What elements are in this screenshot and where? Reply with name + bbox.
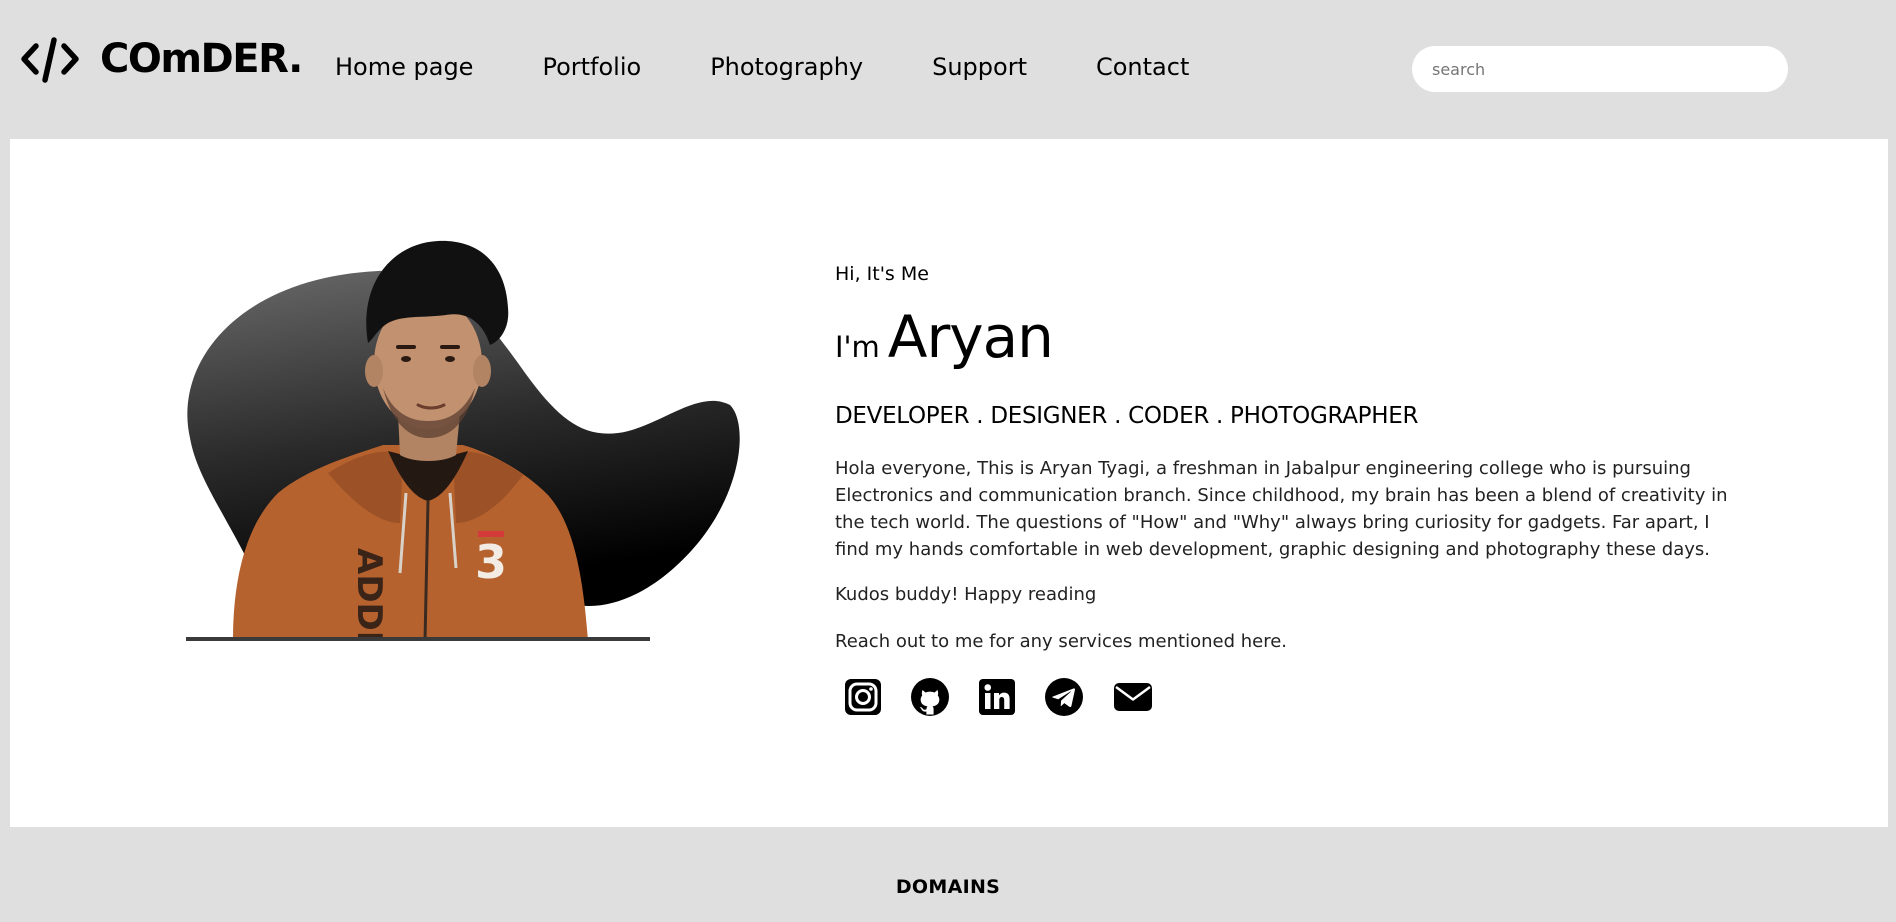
linkedin-icon xyxy=(979,679,1015,715)
person-name: Aryan xyxy=(887,303,1054,371)
nav-portfolio[interactable]: Portfolio xyxy=(542,50,641,84)
instagram-link[interactable] xyxy=(843,677,883,717)
nav-contact[interactable]: Contact xyxy=(1096,50,1189,84)
kudos-text: Kudos buddy! Happy reading xyxy=(835,584,1097,605)
reach-out-text: Reach out to me for any services mention… xyxy=(835,631,1288,652)
site-header: COmDER. Home page Portfolio Photography … xyxy=(0,0,1896,138)
linkedin-link[interactable] xyxy=(977,677,1017,717)
telegram-icon xyxy=(1045,678,1083,716)
mail-link[interactable] xyxy=(1113,677,1153,717)
mail-icon xyxy=(1114,683,1152,711)
telegram-link[interactable] xyxy=(1044,677,1084,717)
social-links xyxy=(835,674,1153,720)
hero-section: ADDI 3 Hi, It's Me I'm Aryan DEVELOPER .… xyxy=(10,139,1888,827)
im-prefix: I'm xyxy=(835,330,880,364)
nav-home-page[interactable]: Home page xyxy=(335,50,473,84)
name-heading: I'm Aryan xyxy=(835,303,1054,371)
code-brackets-icon xyxy=(21,37,79,83)
hoodie-print: ADDI xyxy=(349,548,389,643)
brand-logo[interactable]: COmDER. xyxy=(20,34,303,84)
roles-line: DEVELOPER . DESIGNER . CODER . PHOTOGRAP… xyxy=(835,403,1419,429)
nav-support[interactable]: Support xyxy=(932,50,1027,84)
nav-photography[interactable]: Photography xyxy=(710,50,863,84)
portrait-photo: ADDI 3 xyxy=(186,240,740,643)
main-nav: Home page Portfolio Photography Support … xyxy=(335,50,1189,84)
github-link[interactable] xyxy=(910,677,950,717)
brand-name: COmDER. xyxy=(100,36,303,82)
github-icon xyxy=(911,678,949,716)
domains-heading: DOMAINS xyxy=(895,876,1001,898)
bio-paragraph: Hola everyone, This is Aryan Tyagi, a fr… xyxy=(835,458,1728,560)
search-input[interactable] xyxy=(1412,46,1788,92)
hoodie-number: 3 xyxy=(475,535,507,589)
instagram-icon xyxy=(845,679,881,715)
greeting: Hi, It's Me xyxy=(835,263,929,285)
